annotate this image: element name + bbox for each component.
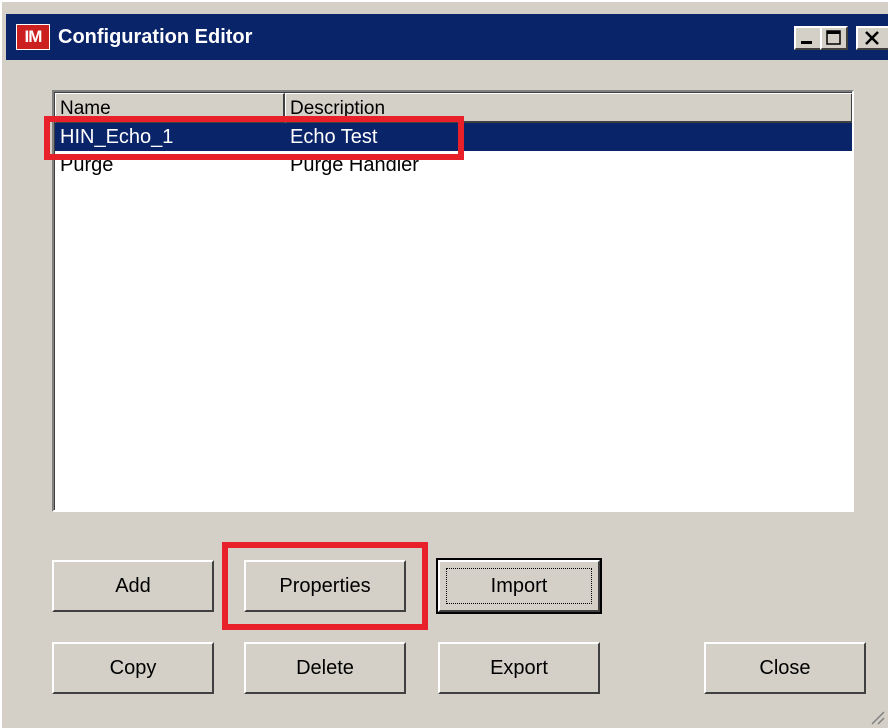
title-bar[interactable]: IM Configuration Editor [6,14,888,60]
list-row-selected[interactable]: HIN_Echo_1 Echo Test [55,123,852,151]
row-name-cell: HIN_Echo_1 [60,126,174,148]
export-button[interactable]: Export [438,642,600,694]
window-title: Configuration Editor [58,26,253,48]
focus-rectangle [446,568,592,604]
import-button[interactable]: Import [436,558,602,614]
column-header-name[interactable]: Name [55,93,285,123]
add-button[interactable]: Add [52,560,214,612]
maximize-icon [826,30,841,45]
list-row[interactable]: Purge Purge Handler [55,151,852,179]
row-description-cell: Purge Handler [290,154,419,176]
close-icon [865,31,879,45]
row-description-cell: Echo Test [290,126,378,148]
properties-button[interactable]: Properties [244,560,406,612]
minimize-button[interactable] [794,26,822,50]
column-header-description[interactable]: Description [285,93,852,123]
row-name-cell: Purge [60,154,114,176]
close-button[interactable]: Close [704,642,866,694]
list-frame: Name Description HIN_Echo_1 Echo Test Pu… [54,92,852,510]
close-window-button[interactable] [856,26,888,50]
configuration-list[interactable]: Name Description HIN_Echo_1 Echo Test Pu… [52,90,854,512]
copy-button[interactable]: Copy [52,642,214,694]
minimize-icon [801,41,812,44]
app-icon: IM [16,24,50,50]
configuration-editor-window: IM Configuration Editor Name Description [0,0,888,728]
maximize-button[interactable] [820,26,848,50]
delete-button[interactable]: Delete [244,642,406,694]
resize-grip-icon[interactable] [868,708,886,726]
list-header: Name Description [55,93,852,123]
